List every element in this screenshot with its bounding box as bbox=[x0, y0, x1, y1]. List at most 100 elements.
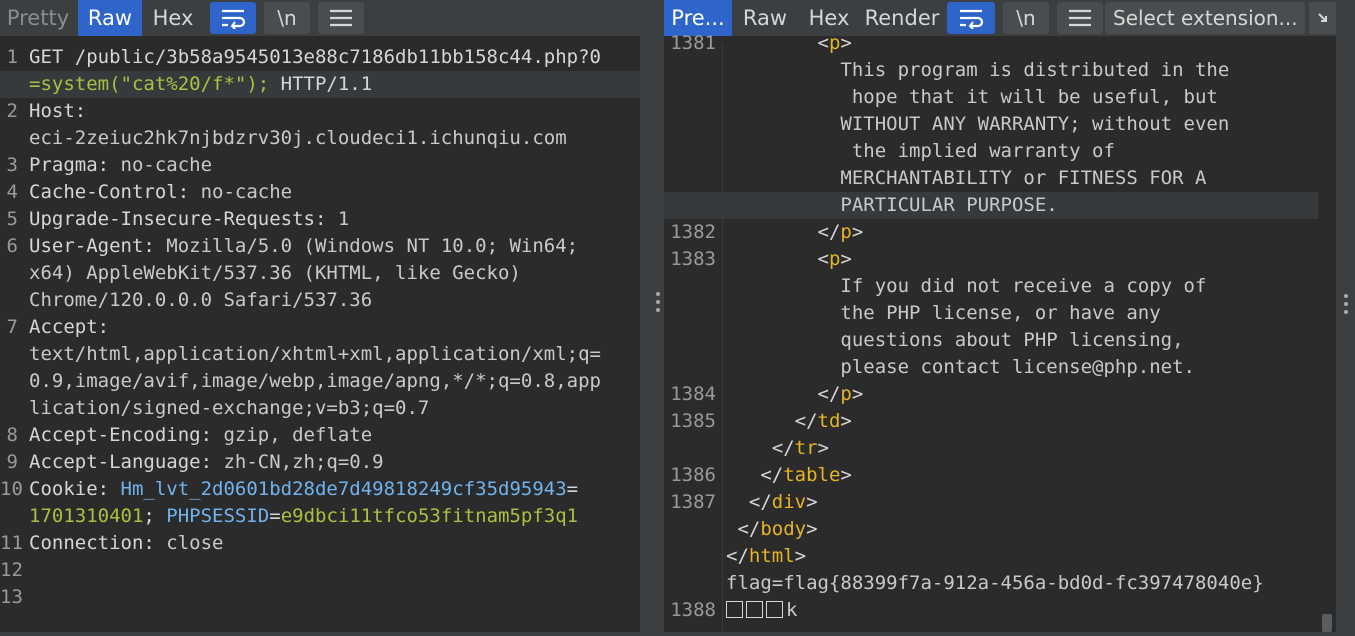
drag-handle-icon[interactable] bbox=[656, 292, 660, 312]
line-number bbox=[664, 327, 716, 354]
code-line: hope that it will be useful, but bbox=[664, 84, 1336, 111]
code-token: td bbox=[817, 410, 841, 432]
line-number: 12 bbox=[0, 559, 23, 581]
code-token: the implied warranty of bbox=[726, 140, 1115, 162]
menu-button[interactable] bbox=[318, 2, 364, 34]
code-line: 1701310401; PHPSESSID=e9dbci11tfco53fitn… bbox=[0, 503, 640, 530]
response-bottom-bar bbox=[664, 632, 1336, 636]
response-editor[interactable]: 1381 <p> This program is distributed in … bbox=[664, 32, 1336, 636]
code-token: body bbox=[760, 518, 807, 540]
code-token: < bbox=[726, 32, 829, 54]
code-text: </html> bbox=[726, 543, 806, 570]
code-text: Accept-Encoding: gzip, deflate bbox=[29, 422, 372, 449]
code-text: </body> bbox=[726, 516, 817, 543]
unprintable-char-icon bbox=[726, 601, 743, 618]
line-number bbox=[664, 273, 716, 300]
code-line: 1 GET /public/3b58a9545013e88c7186db11bb1… bbox=[0, 44, 640, 71]
code-token: MERCHANTABILITY or FITNESS FOR A bbox=[726, 167, 1207, 189]
code-token: > bbox=[851, 383, 864, 405]
tab-pretty[interactable]: Pretty bbox=[0, 0, 76, 36]
code-token: e9dbci11tfco53fitnam5pf3q1 bbox=[280, 505, 579, 527]
unprintable-char-icon bbox=[766, 601, 783, 618]
code-line: MERCHANTABILITY or FITNESS FOR A bbox=[664, 165, 1336, 192]
code-text: hope that it will be useful, but bbox=[726, 84, 1218, 111]
code-line: flag=flag{88399f7a-912a-456a-bd0d-fc3974… bbox=[664, 570, 1336, 597]
code-text: <p> bbox=[726, 30, 852, 57]
code-text: Upgrade-Insecure-Requests: 1 bbox=[29, 206, 349, 233]
code-line: questions about PHP licensing, bbox=[664, 327, 1336, 354]
code-token: gzip, deflate bbox=[223, 424, 373, 446]
code-token: PARTICULAR PURPOSE. bbox=[726, 194, 1058, 216]
line-number bbox=[0, 341, 18, 368]
code-token: ; bbox=[143, 505, 167, 527]
code-token: flag=flag{88399f7a-912a-456a-bd0d-fc3974… bbox=[726, 572, 1264, 594]
request-editor[interactable]: 1 GET /public/3b58a9545013e88c7186db11bb1… bbox=[0, 44, 640, 636]
side-panel-edge[interactable] bbox=[1336, 0, 1355, 636]
code-token: 1701310401 bbox=[29, 505, 144, 527]
line-number: 1385 bbox=[670, 410, 716, 432]
line-number bbox=[0, 368, 18, 395]
code-line: 1386 </table> bbox=[664, 462, 1336, 489]
hamburger-menu-icon bbox=[1069, 9, 1091, 27]
code-text: the implied warranty of bbox=[726, 138, 1115, 165]
code-token: p bbox=[828, 248, 841, 270]
code-line: 1387 </div> bbox=[664, 489, 1336, 516]
code-line: eci-2zeiuc2hk7njbdzrv30j.cloudeci1.ichun… bbox=[0, 125, 640, 152]
drag-handle-icon[interactable] bbox=[1344, 294, 1348, 314]
code-token: the PHP license, or have any bbox=[726, 302, 1161, 324]
code-line: 0.9,image/avif,image/webp,image/apng,*/*… bbox=[0, 368, 640, 395]
code-text: This program is distributed in the bbox=[726, 57, 1229, 84]
line-number bbox=[664, 165, 716, 192]
code-token: </ bbox=[726, 383, 841, 405]
code-token: GET /public/3b58a9545013e88c7186db11bb15… bbox=[29, 46, 601, 68]
code-token: User-Agent: bbox=[29, 235, 167, 257]
code-line: 11 Connection: close bbox=[0, 530, 640, 557]
wrap-lines-icon bbox=[960, 9, 984, 29]
pane-divider[interactable] bbox=[640, 0, 664, 636]
line-number: 1386 bbox=[670, 464, 716, 486]
code-token: Host: bbox=[29, 100, 87, 122]
code-text: <p> bbox=[726, 246, 852, 273]
code-token: lication/signed-exchange;v=b3;q=0.7 bbox=[29, 397, 430, 419]
code-text: MERCHANTABILITY or FITNESS FOR A bbox=[726, 165, 1206, 192]
code-token: Cookie: bbox=[29, 478, 121, 500]
line-number bbox=[664, 516, 716, 543]
line-number bbox=[664, 57, 716, 84]
code-text: User-Agent: Mozilla/5.0 (Windows NT 10.0… bbox=[29, 233, 578, 260]
line-number: 1383 bbox=[670, 248, 716, 270]
code-line: 6 User-Agent: Mozilla/5.0 (Windows NT 10.… bbox=[0, 233, 640, 260]
line-number: 10 bbox=[0, 478, 23, 500]
vertical-scrollbar[interactable] bbox=[1318, 44, 1336, 636]
code-text: </p> bbox=[726, 219, 864, 246]
code-text: </td> bbox=[726, 408, 852, 435]
code-token: 1 bbox=[337, 208, 350, 230]
code-token: div bbox=[771, 491, 807, 513]
wrap-lines-button[interactable] bbox=[210, 2, 256, 34]
code-token: no-cache bbox=[120, 154, 213, 176]
code-line: 1385 </td> bbox=[664, 408, 1336, 435]
code-token: </ bbox=[726, 410, 818, 432]
line-number bbox=[664, 192, 716, 219]
tab-hex[interactable]: Hex bbox=[144, 0, 202, 36]
code-token: > bbox=[817, 437, 829, 459]
code-text: k bbox=[726, 597, 797, 624]
code-token: eci-2zeiuc2hk7njbdzrv30j.cloudeci1.ichun… bbox=[29, 127, 567, 149]
request-bottom-bar bbox=[0, 632, 640, 636]
code-text: GET /public/3b58a9545013e88c7186db11bb15… bbox=[29, 44, 601, 71]
code-token: p bbox=[840, 221, 852, 243]
code-text: </p> bbox=[726, 381, 864, 408]
line-number: 1 bbox=[6, 46, 18, 68]
tab-raw[interactable]: Raw bbox=[78, 0, 142, 36]
scrollbar-thumb[interactable] bbox=[1322, 614, 1332, 632]
code-token: hope that it will be useful, but bbox=[726, 86, 1218, 108]
code-text: Connection: close bbox=[29, 530, 223, 557]
code-line: 1382 </p> bbox=[664, 219, 1336, 246]
code-text: Accept: bbox=[29, 314, 109, 341]
code-token: HTTP/1.1 bbox=[280, 73, 373, 95]
code-token: PHPSESSID bbox=[166, 505, 270, 527]
code-token: Accept-Encoding: bbox=[29, 424, 224, 446]
show-newlines-button[interactable]: \n bbox=[264, 2, 310, 34]
code-token: > bbox=[806, 491, 818, 513]
request-pane: Pretty Raw Hex \n 1 GET /public/3b58a9545… bbox=[0, 0, 640, 636]
code-token: </ bbox=[726, 221, 841, 243]
